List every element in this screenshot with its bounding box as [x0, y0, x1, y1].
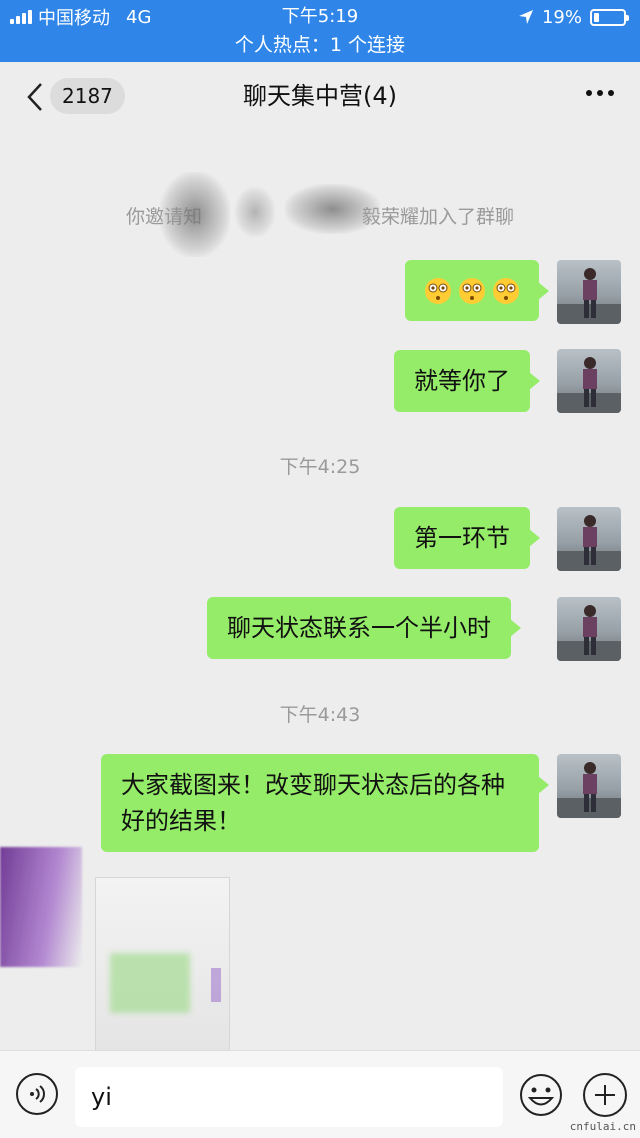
flushed-face-emoji-icon — [459, 278, 485, 304]
more-dot-icon — [586, 90, 592, 96]
message-bubble[interactable]: 大家截图来！改变聊天状态后的各种好的结果！ — [101, 754, 549, 852]
person-photo-icon — [557, 357, 621, 413]
avatar[interactable] — [557, 754, 621, 818]
message-bubble[interactable]: 就等你了 — [394, 350, 540, 412]
redacted-avatar-scribble — [0, 847, 82, 967]
watermark: cnfulai.cn — [569, 1120, 636, 1133]
avatar[interactable] — [557, 260, 621, 324]
chat-title: 聊天集中营(4) — [243, 82, 397, 110]
message-input[interactable]: yi — [75, 1067, 503, 1127]
timestamp: 下午4:25 — [279, 456, 361, 478]
more-dot-icon — [608, 90, 614, 96]
message-bubble[interactable]: 聊天状态联系一个半小时 — [207, 597, 521, 659]
person-photo-icon — [557, 605, 621, 661]
hotspot-banner[interactable]: 个人热点：1 个连接 — [0, 32, 640, 58]
message-bubble[interactable] — [405, 260, 549, 321]
avatar[interactable] — [557, 349, 621, 413]
avatar[interactable] — [557, 507, 621, 571]
person-photo-icon — [557, 762, 621, 818]
more-functions-plus-button[interactable] — [583, 1073, 627, 1117]
emoji-button-icon[interactable] — [519, 1073, 563, 1117]
status-bar: 中国移动 4G 下午5:19 19% 个人热点：1 个连接 — [0, 0, 640, 62]
redaction-scribble — [235, 187, 275, 237]
timestamp: 下午4:43 — [279, 704, 361, 726]
system-message-suffix: 毅荣耀加入了群聊 — [362, 206, 515, 228]
more-options-button[interactable] — [586, 90, 614, 96]
more-dot-icon — [597, 90, 603, 96]
person-photo-icon — [557, 515, 621, 571]
input-bar: yi — [0, 1050, 640, 1138]
person-photo-icon — [557, 268, 621, 324]
message-bubble[interactable]: 第一环节 — [394, 507, 540, 569]
flushed-face-emoji-icon — [425, 278, 451, 304]
voice-input-button[interactable] — [16, 1073, 58, 1115]
avatar[interactable] — [557, 597, 621, 661]
battery-level — [594, 12, 599, 22]
voice-icon — [30, 1085, 45, 1103]
redaction-scribble — [285, 184, 380, 234]
flushed-face-emoji-icon — [493, 278, 519, 304]
redaction-scribble — [160, 172, 230, 257]
battery-percent: 19% — [541, 6, 582, 28]
chat-nav-bar: 2187 聊天集中营(4) — [0, 62, 640, 132]
redacted-image-message[interactable] — [95, 877, 230, 1050]
message-list[interactable]: 你邀请知毅荣耀加入了群聊 就等你了 下午4:25 第一环节 聊天状态联系一个半小… — [0, 132, 640, 1050]
battery-icon — [590, 8, 629, 26]
location-icon — [518, 10, 533, 24]
